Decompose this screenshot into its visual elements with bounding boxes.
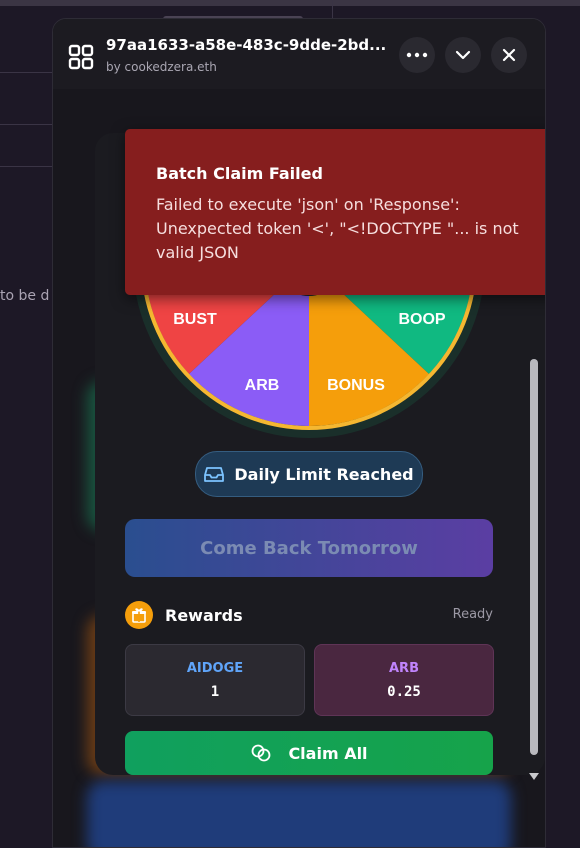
rewards-title: Rewards bbox=[165, 606, 243, 625]
divider bbox=[332, 0, 333, 18]
token-amount: 0.25 bbox=[387, 683, 421, 700]
mini-app-author: by cookedzera.eth bbox=[106, 60, 217, 74]
token-card-aidoge: AIDOGE 1 bbox=[125, 644, 305, 716]
token-name: ARB bbox=[389, 660, 419, 676]
scroll-down-arrow[interactable] bbox=[529, 773, 539, 780]
gift-icon bbox=[125, 601, 153, 629]
coins-icon bbox=[252, 744, 271, 762]
divider bbox=[0, 72, 52, 73]
rewards-status: Ready bbox=[452, 607, 493, 622]
modal-header: 97aa1633-a58e-483c-9dde-2bd... by cooked… bbox=[53, 19, 545, 89]
divider bbox=[0, 124, 52, 125]
token-amount: 1 bbox=[210, 683, 220, 700]
more-options-button[interactable] bbox=[399, 37, 435, 73]
mini-app-title: 97aa1633-a58e-483c-9dde-2bd... bbox=[106, 36, 387, 54]
toast-title: Batch Claim Failed bbox=[156, 164, 323, 183]
rewards-header: Rewards Ready bbox=[125, 599, 493, 631]
divider bbox=[0, 166, 52, 167]
toast-message: Failed to execute 'json' on 'Response': … bbox=[156, 195, 519, 262]
browser-top-strip bbox=[0, 0, 580, 6]
wheel-label-arb: ARB bbox=[245, 377, 280, 394]
more-horizontal-icon bbox=[406, 52, 428, 58]
scrollbar[interactable] bbox=[527, 239, 541, 785]
apps-grid-icon bbox=[68, 44, 94, 70]
claim-all-label: Claim All bbox=[288, 743, 368, 763]
token-card-arb: ARB 0.25 bbox=[314, 644, 494, 716]
wheel-label-bonus: BONUS bbox=[327, 377, 385, 394]
blurred-daily-card bbox=[87, 781, 511, 847]
collapse-button[interactable] bbox=[445, 37, 481, 73]
error-toast[interactable]: Batch Claim Failed Failed to execute 'js… bbox=[125, 129, 545, 295]
close-icon bbox=[502, 48, 516, 62]
close-button[interactable] bbox=[491, 37, 527, 73]
spin-button-disabled[interactable]: Come Back Tomorrow bbox=[125, 519, 493, 577]
wheel-label-boop: BOOP bbox=[398, 311, 445, 328]
mini-app-modal: 97aa1633-a58e-483c-9dde-2bd... by cooked… bbox=[52, 18, 546, 848]
chevron-down-icon bbox=[455, 50, 471, 60]
daily-limit-status: Daily Limit Reached bbox=[195, 451, 423, 497]
wheel-label-bust: BUST bbox=[173, 311, 217, 328]
scrollbar-thumb[interactable] bbox=[530, 359, 538, 755]
token-name: AIDOGE bbox=[186, 660, 244, 676]
claim-all-button[interactable]: Claim All bbox=[125, 731, 493, 775]
spin-button-label: Come Back Tomorrow bbox=[200, 537, 418, 559]
inbox-icon bbox=[204, 467, 225, 482]
background-text: to be d bbox=[0, 288, 50, 304]
daily-limit-label: Daily Limit Reached bbox=[234, 464, 414, 484]
